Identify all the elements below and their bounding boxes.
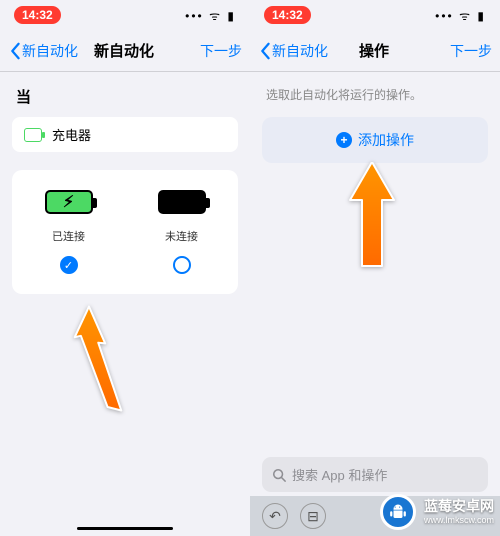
status-icons: ••• ᯤ ▮ — [435, 7, 486, 24]
when-label: 当 — [0, 72, 250, 117]
option-connected-label: 已连接 — [52, 228, 85, 244]
phone-right-screenshot: 14:32 ••• ᯤ ▮ 新自动化 操作 下一步 选取此自动化将运行的操作。 … — [250, 0, 500, 536]
options-card: ⚡︎ 已连接 ✓ 未连接 — [12, 170, 238, 294]
next-button[interactable]: 下一步 — [200, 41, 242, 61]
nav-bar-left: 新自动化 新自动化 下一步 — [0, 30, 250, 72]
option-disconnected-label: 未连接 — [165, 228, 198, 244]
charger-icon — [24, 128, 42, 142]
home-indicator[interactable] — [77, 527, 173, 530]
watermark-name: 蓝莓安卓网 — [424, 498, 494, 515]
watermark: 蓝莓安卓网 www.lmkscw.com — [380, 494, 494, 530]
status-bar: 14:32 ••• ᯤ ▮ — [250, 0, 500, 30]
nav-title: 新自动化 — [48, 40, 200, 61]
chevron-left-icon — [8, 42, 22, 60]
add-action-button[interactable]: + 添加操作 — [262, 117, 488, 163]
battery-disconnected-icon — [158, 190, 206, 214]
undo-button[interactable]: ↶ — [262, 503, 288, 529]
chip-label: 充电器 — [52, 125, 91, 144]
search-placeholder: 搜索 App 和操作 — [292, 465, 387, 484]
plus-icon: + — [336, 132, 352, 148]
watermark-logo — [380, 494, 416, 530]
annotation-arrow-left — [64, 302, 134, 417]
option-disconnected[interactable]: 未连接 — [125, 190, 238, 274]
content-right: 选取此自动化将运行的操作。 + 添加操作 搜索 App 和操作 ↶ ⊟ — [250, 72, 500, 536]
nav-bar-right: 新自动化 操作 下一步 — [250, 30, 500, 72]
search-field[interactable]: 搜索 App 和操作 — [262, 457, 488, 492]
annotation-arrow-right — [342, 162, 402, 277]
charger-chip[interactable]: 充电器 — [12, 117, 238, 152]
radio-connected[interactable]: ✓ — [60, 256, 78, 274]
option-connected[interactable]: ⚡︎ 已连接 ✓ — [12, 190, 125, 274]
subtitle: 选取此自动化将运行的操作。 — [250, 72, 500, 117]
radio-disconnected[interactable] — [173, 256, 191, 274]
battery-connected-icon: ⚡︎ — [45, 190, 93, 214]
watermark-url: www.lmkscw.com — [424, 515, 494, 526]
search-icon — [272, 468, 286, 482]
status-icons: ••• ᯤ ▮ — [185, 7, 236, 24]
time-badge: 14:32 — [14, 6, 61, 24]
time-badge: 14:32 — [264, 6, 311, 24]
phone-left-screenshot: 14:32 ••• ᯤ ▮ 新自动化 新自动化 下一步 当 充电器 ⚡︎ 已连接… — [0, 0, 250, 536]
nav-title: 操作 — [298, 40, 450, 61]
chevron-left-icon — [258, 42, 272, 60]
clipboard-button[interactable]: ⊟ — [300, 503, 326, 529]
add-action-label: 添加操作 — [358, 130, 414, 150]
content-left: 当 充电器 ⚡︎ 已连接 ✓ 未连接 — [0, 72, 250, 536]
next-button[interactable]: 下一步 — [450, 41, 492, 61]
status-bar: 14:32 ••• ᯤ ▮ — [0, 0, 250, 30]
